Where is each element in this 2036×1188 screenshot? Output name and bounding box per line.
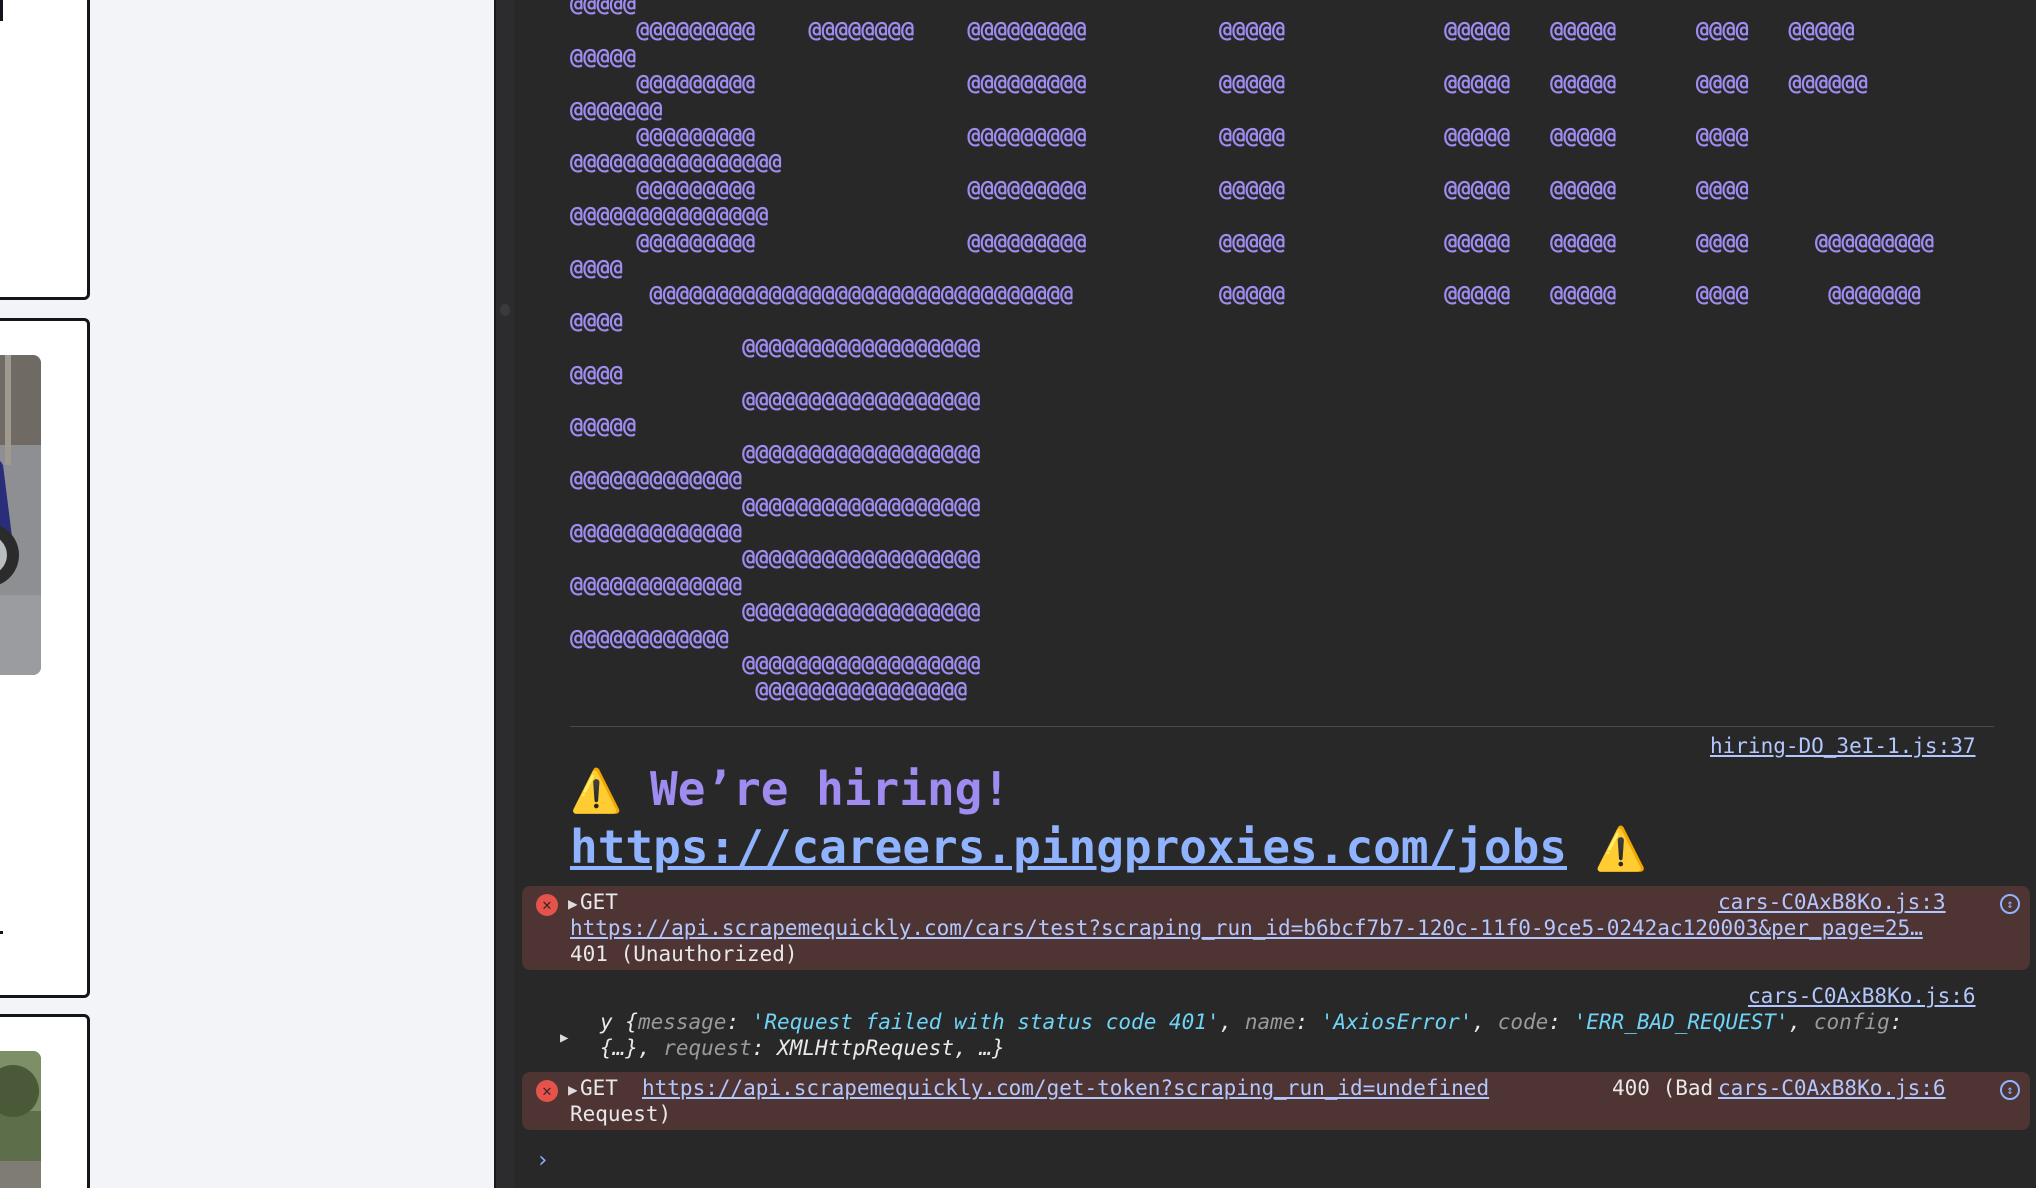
ascii-art-line: @@@@@@@@@@@@@@@@@@ (570, 493, 981, 519)
error-icon: ✕ (536, 1080, 558, 1102)
source-link-hiring[interactable]: hiring-DO_3eI-1.js:37 (1710, 734, 1976, 758)
ascii-art-line: @@@@@@@@@@@@@@@@@@@@@@@@@@@@@@@@ @@@@@ @… (570, 282, 1922, 308)
request-url[interactable]: https://api.scrapemequickly.com/get-toke… (642, 1076, 1489, 1100)
warning-icon: ⚠️ (1594, 824, 1647, 873)
ascii-art-line: @@@@@@@@@ @@@@@@@@ @@@@@@@@@ @@@@@ @@@@@… (570, 18, 1855, 44)
ascii-art-line: @@@@@@@@@@@@@@@@@@ (570, 335, 981, 361)
ascii-art-line: @@@@ (570, 256, 623, 281)
ascii-art-line: @@@@@@@@@@@@@@@@@@ (570, 546, 981, 572)
hiring-url-line: https://careers.pingproxies.com/jobs ⚠️ (570, 818, 1647, 878)
network-request-icon[interactable]: ↕ (2000, 1080, 2020, 1100)
card-text-fragment (0, 0, 3, 21)
card-text-fragment (0, 931, 3, 934)
listing-card[interactable] (0, 1014, 90, 1188)
ascii-art-line: @@@@@@@@@ @@@@@@@@@ @@@@@ @@@@@ @@@@@ @@… (570, 229, 1935, 255)
ascii-art-line: @@@@@@@@@ @@@@@@@@@ @@@@@ @@@@@ @@@@@ @@… (570, 71, 1869, 97)
hiring-text: We’re hiring! (650, 762, 1011, 816)
source-link[interactable]: cars-C0AxB8Ko.js:3 (1718, 890, 1946, 914)
response-status: 400 (Bad (1612, 1076, 1714, 1100)
ascii-art-line: @@@@@@@@@ @@@@@@@@@ @@@@@ @@@@@ @@@@@ @@… (570, 176, 1749, 202)
axios-error-object[interactable]: y {message: 'Request failed with status … (600, 1010, 1902, 1034)
request-method: GET (580, 890, 618, 914)
car-image (0, 355, 41, 675)
ascii-art-line: @@@@@@@@@@@@@@@@ (570, 150, 782, 176)
error-icon: ✕ (536, 894, 558, 916)
expand-triangle-icon[interactable]: ▶ (560, 1030, 568, 1046)
console-prompt-chevron[interactable]: › (536, 1148, 549, 1173)
ascii-art-line: @@@@@@@ (570, 97, 663, 123)
ascii-art-line: @@@@@@@@@@@@@@@@@@ (570, 652, 981, 677)
devtools-console: @@@@@ @@@@@@@@@ @@@@@@@@ @@@@@@@@@ @@@@@… (514, 0, 2036, 1188)
listing-card[interactable] (0, 318, 90, 998)
listing-card[interactable] (0, 0, 90, 300)
source-link[interactable]: cars-C0AxB8Ko.js:6 (1748, 984, 1976, 1008)
request-method: GET (580, 1076, 618, 1100)
car-image (0, 1051, 41, 1188)
ascii-art-line: @@@@@ (570, 44, 637, 70)
ascii-art-line: @@@@@@@@@@@@@@@@ (570, 678, 968, 704)
warning-icon: ⚠️ (570, 766, 623, 815)
ascii-art-line: @@@@@@@@@@@@@ (570, 572, 743, 598)
response-status: 401 (Unauthorized) (570, 942, 798, 966)
ascii-art-line: @@@@@ (570, 414, 637, 440)
expand-triangle-icon[interactable]: ▶ (568, 894, 578, 913)
console-error-row[interactable]: ✕ ▶ GET https://api.scrapemequickly.com/… (522, 1072, 2030, 1130)
ascii-art-line: @@@@@@@@@@@@@@@ (570, 203, 769, 229)
ascii-art-line: @@@@@@@@@@@@@@@@@@ (570, 599, 981, 625)
network-request-icon[interactable]: ↕ (2000, 894, 2020, 914)
request-url[interactable]: https://api.scrapemequickly.com/cars/tes… (570, 916, 1923, 940)
careers-link[interactable]: https://careers.pingproxies.com/jobs (570, 820, 1567, 874)
ascii-art-line: @@@@@@@@@@@@@@@@@@ (570, 388, 981, 413)
ascii-art-line: @@@@@@@@@@@@@ (570, 520, 743, 545)
response-status-cont: Request) (570, 1102, 672, 1126)
ascii-art-line: @@@@ (570, 361, 623, 387)
message-separator (570, 726, 1994, 727)
expand-triangle-icon[interactable]: ▶ (568, 1080, 578, 1099)
devtools-resize-handle[interactable] (494, 0, 516, 1188)
console-error-row[interactable]: ✕ ▶ GET cars-C0AxB8Ko.js:3 ↕ https://api… (522, 886, 2030, 970)
ascii-art-line: @@@@@@@@@@@@ (570, 625, 729, 651)
hiring-headline: ⚠️ We’re hiring! (570, 760, 1010, 820)
resize-grip[interactable] (500, 304, 510, 316)
page-viewport (0, 0, 494, 1188)
ascii-art-line: @@@@@@@@@ @@@@@@@@@ @@@@@ @@@@@ @@@@@ @@… (570, 124, 1749, 149)
source-link[interactable]: cars-C0AxB8Ko.js:6 (1718, 1076, 1946, 1100)
ascii-art-line: @@@@@@@@@@@@@@@@@@ (570, 440, 981, 466)
axios-error-object-cont[interactable]: {…}, request: XMLHttpRequest, …} (600, 1036, 1005, 1060)
ascii-art-line: @@@@@ (570, 0, 637, 17)
ascii-art-line: @@@@ (570, 308, 623, 334)
ascii-art-line: @@@@@@@@@@@@@ (570, 467, 743, 493)
